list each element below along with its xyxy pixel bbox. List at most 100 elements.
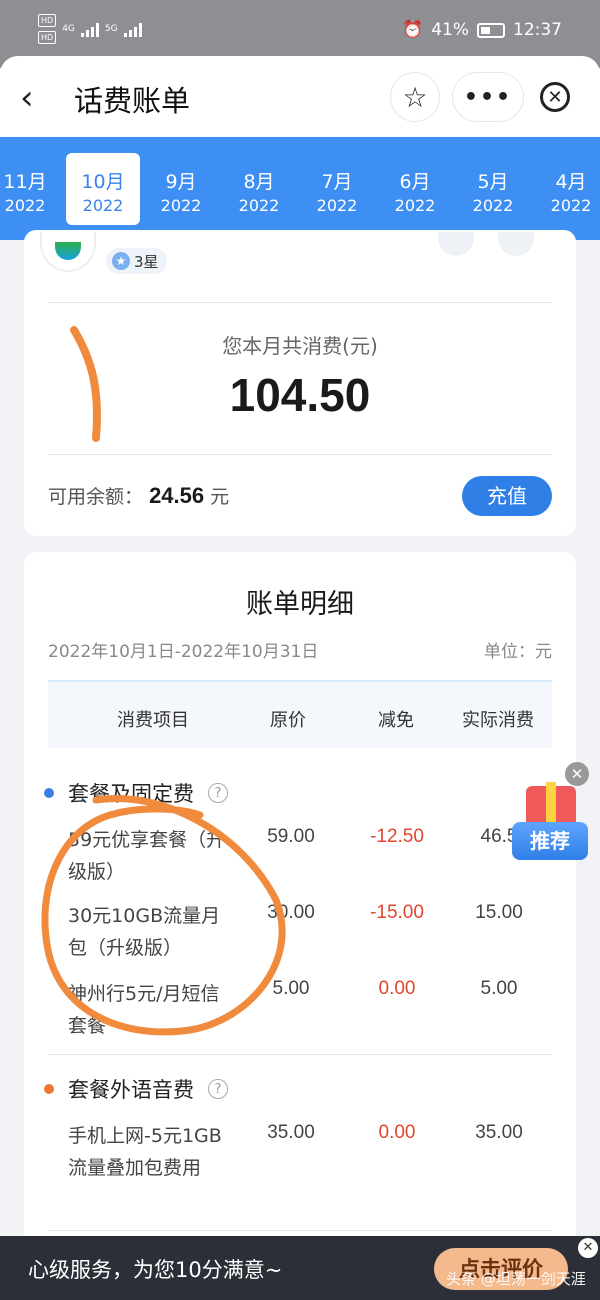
carrier-logo	[40, 232, 96, 272]
total-label: 您本月共消费(元)	[222, 334, 378, 358]
favorite-button[interactable]: ☆	[390, 72, 440, 122]
tab-month-6[interactable]: 6月 2022	[376, 137, 454, 240]
tab-year: 2022	[4, 196, 46, 215]
recommend-close-icon[interactable]: ✕	[565, 762, 589, 786]
signal-icon	[80, 21, 99, 37]
tab-month-10[interactable]: 10月 2022	[64, 137, 142, 240]
tab-year: 2022	[472, 196, 514, 215]
tab-month: 9月	[165, 171, 197, 193]
item-name: 手机上网-5元1GB流量叠加包费用	[68, 1125, 222, 1179]
actual-charge: 35.00	[475, 1122, 523, 1143]
actual-charge: 15.00	[475, 902, 523, 923]
alarm-icon: ⏰	[402, 20, 424, 40]
help-icon[interactable]: ?	[208, 783, 228, 803]
tab-year: 2022	[550, 196, 592, 215]
hd-badge: HD	[38, 31, 57, 44]
table-header: 消费项目 原价 减免 实际消费	[48, 680, 552, 748]
tab-year: 2022	[394, 196, 436, 215]
banner-close-icon[interactable]: ✕	[578, 1238, 598, 1258]
close-button[interactable]: ✕	[530, 72, 580, 122]
star-level: 3星	[134, 252, 159, 271]
back-icon[interactable]: ‹	[20, 78, 54, 118]
tab-month-8[interactable]: 8月 2022	[220, 137, 298, 240]
tab-year: 2022	[316, 196, 358, 215]
discount: 0.00	[378, 978, 416, 999]
category-header: 套餐外语音费 ?	[44, 1074, 228, 1104]
column-header: 原价	[270, 710, 306, 731]
total-amount: 104.50	[229, 369, 371, 421]
category-dot	[44, 788, 54, 798]
tab-month: 8月	[243, 171, 275, 193]
column-header: 消费项目	[117, 710, 189, 731]
tab-month-7[interactable]: 7月 2022	[298, 137, 376, 240]
signal-icon	[123, 21, 142, 37]
balance-row: 可用余额： 24.56 元	[48, 482, 229, 509]
item-name: 30元10GB流量月包（升级版）	[68, 905, 221, 959]
nav-header: ‹ 话费账单 ☆ ••• ✕	[0, 56, 600, 138]
month-tabs: 11月 2022 10月 2022 9月 2022 8月 2022 7月 2022 6月 2…	[0, 137, 600, 240]
bill-detail-card: 账单明细 2022年10月1日-2022年10月31日 单位：元 消费项目 原价…	[24, 552, 576, 1300]
section-title: 账单明细	[246, 589, 354, 620]
user-icon[interactable]	[498, 232, 534, 256]
more-button[interactable]: •••	[452, 72, 524, 122]
recharge-button[interactable]: 充值	[462, 476, 552, 516]
tab-month-4[interactable]: 4月 2022	[532, 137, 600, 240]
balance-label: 可用余额：	[48, 486, 144, 508]
network-type: 4G	[62, 24, 75, 34]
clock: 12:37	[513, 20, 562, 40]
divider	[48, 1054, 552, 1055]
tab-month-9[interactable]: 9月 2022	[142, 137, 220, 240]
battery-icon	[477, 22, 505, 38]
battery-percent: 41%	[431, 20, 469, 40]
close-icon: ✕	[540, 82, 570, 112]
column-header: 实际消费	[462, 710, 534, 731]
tab-month: 7月	[321, 171, 353, 193]
category-dot	[44, 1084, 54, 1094]
discount: -12.50	[370, 826, 424, 847]
original-price: 59.00	[267, 826, 315, 847]
category-name: 套餐外语音费	[68, 1078, 194, 1102]
more-icon: •••	[463, 84, 513, 110]
original-price: 5.00	[272, 978, 310, 999]
summary-card: ★ 3星 您本月共消费(元) 104.50 可用余额： 24.56 元 充值	[24, 230, 576, 536]
star-level-badge[interactable]: ★ 3星	[106, 248, 167, 274]
balance-amount: 24.56	[149, 483, 205, 508]
tab-month: 10月	[81, 171, 125, 193]
actual-charge: 5.00	[480, 978, 518, 999]
divider	[48, 1230, 552, 1231]
original-price: 35.00	[267, 1122, 315, 1143]
tab-month: 6月	[399, 171, 431, 193]
tab-year: 2022	[160, 196, 202, 215]
network-type: 5G	[104, 24, 118, 34]
category-header: 套餐及固定费 ?	[44, 778, 228, 808]
card-icon[interactable]	[438, 232, 474, 256]
item-name: 59元优享套餐（升级版）	[68, 829, 226, 883]
tab-month: 11月	[3, 171, 47, 193]
star-icon: ★	[112, 252, 130, 270]
help-icon[interactable]: ?	[208, 1079, 228, 1099]
divider	[48, 302, 552, 303]
tab-month-5[interactable]: 5月 2022	[454, 137, 532, 240]
divider	[48, 454, 552, 455]
item-name: 神州行5元/月短信套餐	[68, 983, 220, 1037]
original-price: 30.00	[267, 902, 315, 923]
discount: 0.00	[378, 1122, 416, 1143]
column-header: 减免	[378, 710, 414, 731]
tab-month-11[interactable]: 11月 2022	[0, 137, 64, 240]
recommend-label: 推荐	[512, 822, 588, 860]
tab-year: 2022	[82, 196, 124, 215]
banner-text: 心级服务，为您10分满意~	[28, 1258, 283, 1282]
tab-month: 5月	[477, 171, 509, 193]
category-name: 套餐及固定费	[68, 782, 194, 806]
watermark: 头条 @坦荡一剑天涯	[446, 1270, 586, 1288]
unit-label: 单位：元	[484, 642, 552, 662]
network-indicators: HD HD 4G 5G	[38, 14, 142, 44]
tab-year: 2022	[238, 196, 280, 215]
star-icon: ☆	[402, 80, 428, 114]
billing-period: 2022年10月1日-2022年10月31日	[48, 642, 319, 662]
hd-badge: HD	[38, 14, 57, 27]
discount: -15.00	[370, 902, 424, 923]
tab-month: 4月	[555, 171, 587, 193]
page-title: 话费账单	[74, 84, 191, 118]
recommend-widget[interactable]: 推荐	[508, 782, 592, 872]
